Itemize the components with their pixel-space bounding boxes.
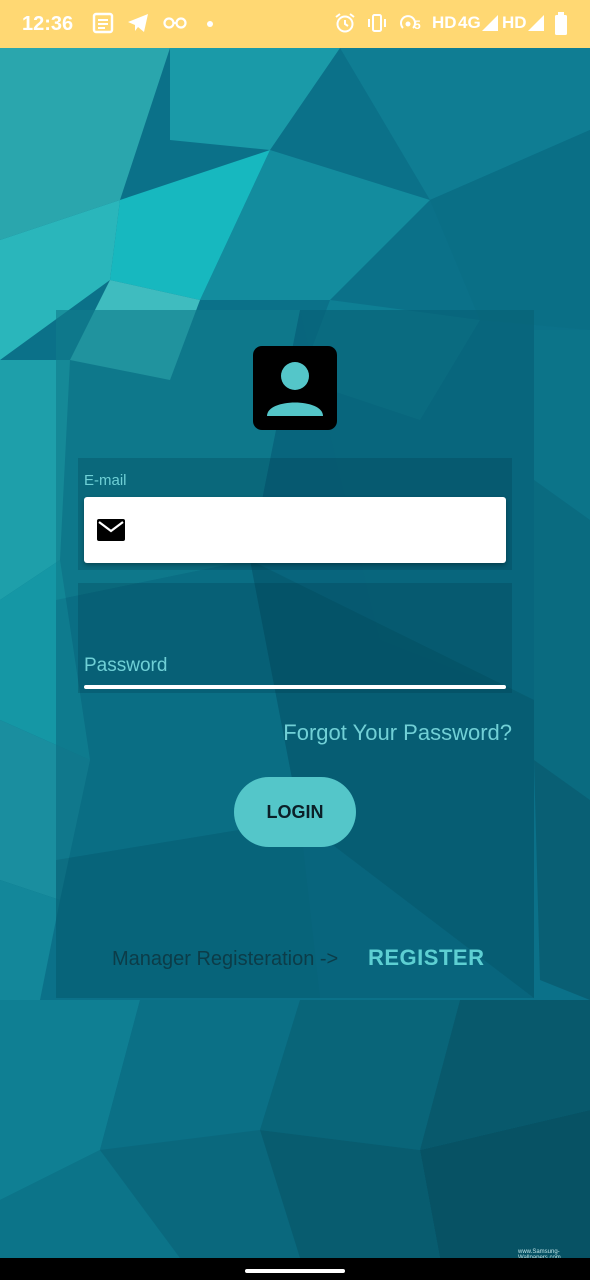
login-button[interactable]: LOGIN [234, 777, 356, 847]
email-field[interactable] [84, 497, 506, 563]
battery-icon [555, 12, 567, 35]
account-box-icon [267, 362, 323, 416]
status-bar: 12:36 5 HD 4G HD [0, 0, 590, 48]
glasses-icon [163, 17, 187, 29]
network-hd-label-1: HD [432, 13, 457, 32]
register-link[interactable]: REGISTER [368, 945, 484, 971]
signal-icon [528, 15, 544, 31]
telegram-icon [128, 14, 148, 32]
signal-icon [482, 15, 498, 31]
network-type-label: 4G [458, 13, 481, 32]
password-underline [84, 685, 506, 689]
vibrate-icon [368, 14, 386, 32]
hotspot-count: 5 [414, 18, 421, 32]
avatar [253, 346, 337, 430]
email-label: E-mail [84, 472, 127, 489]
home-indicator[interactable] [245, 1269, 345, 1273]
document-icon [92, 12, 114, 34]
forgot-password-link[interactable]: Forgot Your Password? [283, 720, 512, 746]
dot-icon [207, 21, 213, 27]
status-time: 12:36 [22, 13, 74, 35]
password-field[interactable]: Password [84, 655, 167, 677]
manager-registration-text: Manager Registeration -> [112, 948, 339, 970]
mail-icon [97, 519, 125, 541]
network-hd-label-2: HD [502, 13, 527, 32]
alarm-icon [335, 13, 355, 33]
